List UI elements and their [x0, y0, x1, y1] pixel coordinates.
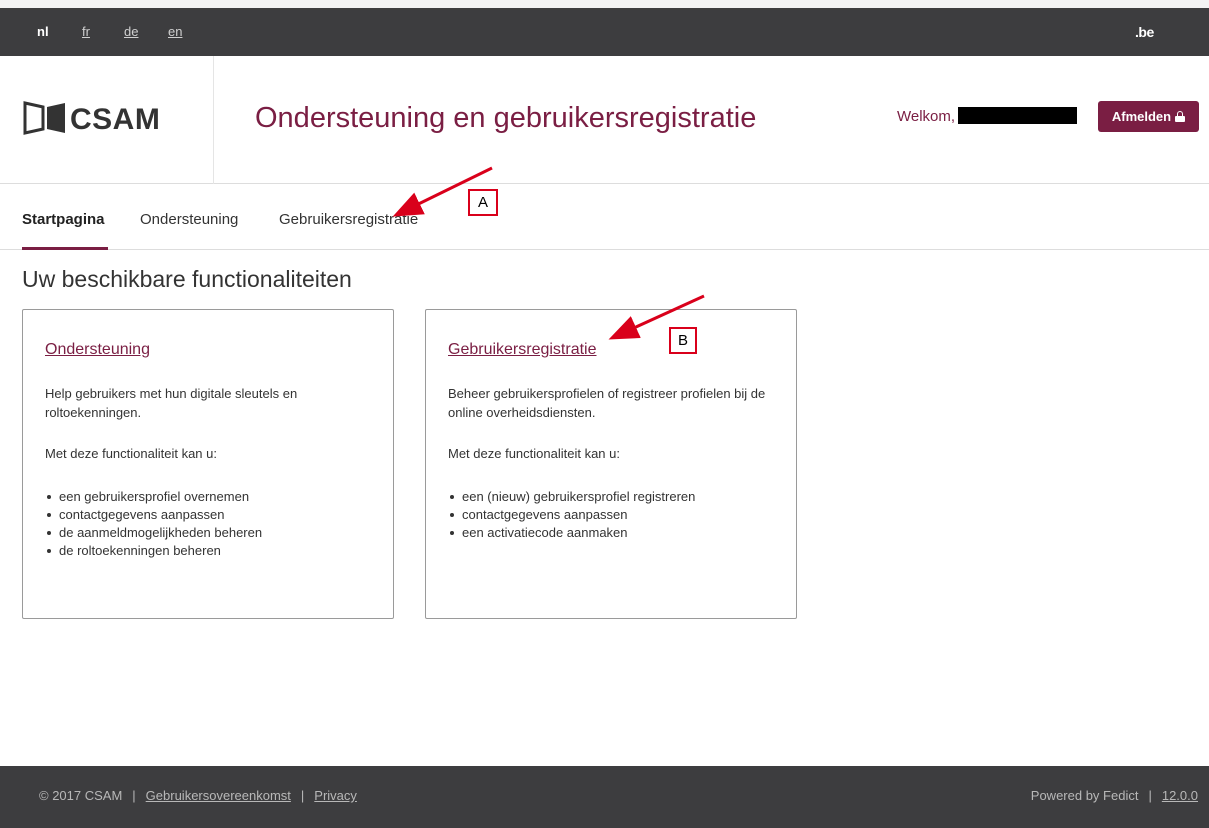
- redacted-username: [958, 107, 1077, 124]
- copyright-text: © 2017 CSAM: [39, 788, 123, 803]
- agreement-link[interactable]: Gebruikersovereenkomst: [146, 788, 291, 803]
- csam-logo-icon: [23, 101, 65, 135]
- footer-separator: |: [132, 788, 136, 803]
- logout-label: Afmelden: [1111, 109, 1172, 124]
- page-title: Ondersteuning en gebruikersregistratie: [255, 102, 757, 134]
- footer-separator: |: [300, 788, 305, 803]
- list-item: de aanmeldmogelijkheden beheren: [45, 524, 262, 542]
- list-item: contactgegevens aanpassen: [448, 506, 695, 524]
- page: nl fr de en .be CSAM Ondersteuning en ge…: [0, 0, 1209, 828]
- annotation-label-a: A: [468, 189, 498, 216]
- logo-text: CSAM: [70, 103, 161, 136]
- list-item: een activatiecode aanmaken: [448, 524, 695, 542]
- list-item: de roltoekenningen beheren: [45, 542, 262, 560]
- be-logo[interactable]: .be: [1135, 24, 1154, 40]
- card-description: Help gebruikers met hun digitale sleutel…: [45, 386, 298, 420]
- tab-startpagina[interactable]: Startpagina: [22, 211, 105, 228]
- logout-button[interactable]: Afmelden: [1098, 101, 1199, 132]
- tab-ondersteuning[interactable]: Ondersteuning: [140, 211, 238, 228]
- logo-area[interactable]: CSAM: [0, 56, 214, 184]
- language-bar: nl fr de en .be: [0, 8, 1209, 56]
- active-tab-indicator: [22, 247, 108, 250]
- lock-icon: [1175, 111, 1186, 122]
- main-nav: Startpagina Ondersteuning Gebruikersregi…: [0, 184, 1209, 250]
- card-subtitle: Met deze functionaliteit kan u:: [45, 446, 217, 461]
- browser-edge: [0, 0, 1209, 8]
- tab-gebruikersregistratie[interactable]: Gebruikersregistratie: [279, 211, 418, 228]
- section-title: Uw beschikbare functionaliteiten: [22, 266, 352, 292]
- card-gebruikersregistratie: Gebruikersregistratie Beheer gebruikersp…: [425, 309, 797, 619]
- card-subtitle: Met deze functionaliteit kan u:: [448, 446, 620, 461]
- privacy-link[interactable]: Privacy: [314, 788, 357, 803]
- site-header: CSAM Ondersteuning en gebruikersregistra…: [0, 56, 1209, 184]
- welcome-text: Welkom,: [897, 108, 956, 125]
- card-ondersteuning-link[interactable]: Ondersteuning: [45, 341, 150, 359]
- footer-right: Powered by Fedict | 12.0.0: [1031, 788, 1198, 803]
- card-ondersteuning: Ondersteuning Help gebruikers met hun di…: [22, 309, 394, 619]
- lang-de-link[interactable]: de: [124, 24, 138, 39]
- list-item: een gebruikersprofiel overnemen: [45, 488, 262, 506]
- footer-separator: |: [1148, 788, 1152, 803]
- lang-nl-link[interactable]: nl: [37, 24, 49, 39]
- annotation-label-b: B: [669, 327, 697, 354]
- list-item: contactgegevens aanpassen: [45, 506, 262, 524]
- powered-by-text: Powered by Fedict: [1030, 788, 1139, 803]
- version-link[interactable]: 12.0.0: [1162, 788, 1198, 803]
- list-item: een (nieuw) gebruikersprofiel registrere…: [448, 488, 695, 506]
- footer-left: © 2017 CSAM | Gebruikersovereenkomst | Priva…: [39, 788, 357, 803]
- card-description: Beheer gebruikersprofielen of registreer…: [448, 386, 766, 420]
- card-gebruikersregistratie-link[interactable]: Gebruikersregistratie: [448, 341, 597, 359]
- card-feature-list: een gebruikersprofiel overnemen contactg…: [45, 488, 262, 560]
- site-footer: © 2017 CSAM | Gebruikersovereenkomst | Priva…: [0, 766, 1209, 828]
- lang-en-link[interactable]: en: [168, 24, 182, 39]
- card-feature-list: een (nieuw) gebruikersprofiel registrere…: [448, 488, 695, 542]
- lang-fr-link[interactable]: fr: [82, 24, 90, 39]
